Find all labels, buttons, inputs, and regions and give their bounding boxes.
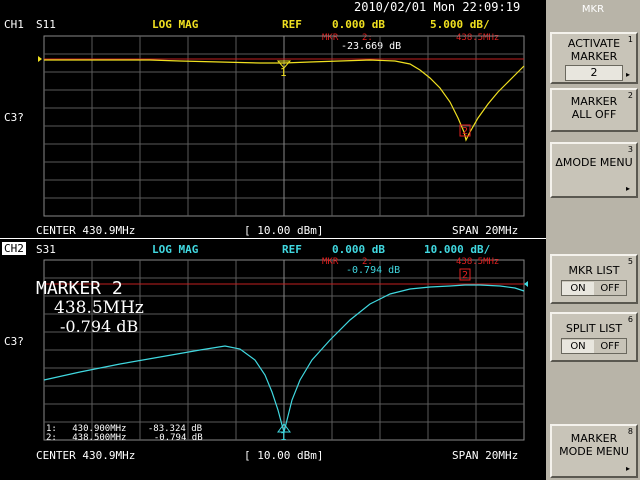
ch2-mkr-label: MKR (322, 257, 339, 267)
ch2-param-label: S31 (36, 243, 56, 256)
toggle-on[interactable]: ON (562, 340, 594, 353)
ch2-format-label: LOG MAG (152, 243, 199, 256)
ch2-scale: 10.000 dB/ (424, 243, 491, 256)
marker-mode-menu-button[interactable]: 8 MARKER MODE MENU ▸ (550, 424, 638, 478)
ch1-ref-arrow (38, 56, 42, 62)
marker-list-freq: 438.500MHz (72, 433, 127, 443)
ch2-mkr-freq: 438.5MHz (456, 257, 500, 267)
active-marker-value[interactable]: 2 (565, 65, 623, 81)
ch2-big-marker-title: MARKER 2 (36, 278, 123, 299)
softkey-label: ALL OFF (571, 108, 617, 121)
mkr-list-toggle[interactable]: ON OFF (561, 280, 627, 296)
softkey-number: 1 (627, 35, 633, 44)
ch1-marker1-label: 1 (280, 66, 287, 79)
delta-mode-menu-button[interactable]: 3 ΔMODE MENU ▸ (550, 142, 638, 198)
ch2-marker-list-row-2: 2: 438.500MHz -0.794 dB (46, 433, 203, 443)
ch2-ref-value: 0.000 dB (332, 243, 385, 256)
ch2-ref-label: REF (282, 243, 302, 256)
softkey-number: 3 (627, 145, 633, 154)
ch2-channel-label[interactable]: CH2 (2, 242, 26, 255)
ch2-marker2-label: 2 (462, 270, 468, 281)
ch2-side-label: C3? (4, 335, 24, 348)
softkey-number: 6 (627, 315, 633, 324)
ch2-power: [ 10.00 dBm] (244, 449, 324, 462)
ch1-power: [ 10.00 dBm] (244, 224, 324, 237)
marker-list-value: -0.794 dB (153, 433, 203, 443)
marker-all-off-button[interactable]: 2 MARKER ALL OFF (550, 88, 638, 132)
softkey-label: SPLIT LIST (565, 322, 623, 335)
softkey-label: MARKER (570, 95, 618, 108)
softkey-label: MODE MENU (559, 445, 629, 458)
toggle-off[interactable]: OFF (594, 340, 626, 353)
ch2-span: SPAN 20MHz (452, 449, 519, 462)
softkey-label: MARKER (570, 432, 618, 445)
softkey-label: ACTIVATE (567, 37, 621, 50)
submenu-arrow-icon: ▸ (625, 464, 630, 473)
mkr-list-button[interactable]: 5 MKR LIST ON OFF (550, 254, 638, 304)
submenu-arrow-icon: ▸ (625, 184, 630, 193)
submenu-arrow-icon: ▸ (625, 70, 630, 79)
channel-divider (0, 238, 546, 239)
toggle-on[interactable]: ON (562, 282, 594, 295)
activate-marker-button[interactable]: 1 ACTIVATE MARKER 2 ▸ (550, 32, 638, 84)
ch2-ref-arrow (524, 281, 528, 287)
split-list-button[interactable]: 6 SPLIT LIST ON OFF (550, 312, 638, 362)
softkey-label: MARKER (570, 50, 618, 63)
ch1-center: CENTER 430.9MHz (36, 224, 136, 237)
softkey-number: 5 (627, 257, 633, 266)
split-list-toggle[interactable]: ON OFF (561, 338, 627, 354)
softkey-label: MKR LIST (568, 264, 620, 277)
ch1-plot: 1 2 1 2 (38, 35, 528, 443)
ch2-big-marker-freq: 438.5MHz (54, 298, 144, 318)
ch1-marker2-label: 2 (462, 126, 468, 137)
ch2-big-marker-value: -0.794 dB (60, 317, 139, 336)
ch2-marker1-label: 1 (280, 430, 287, 443)
ch2-center: CENTER 430.9MHz (36, 449, 136, 462)
toggle-off[interactable]: OFF (594, 282, 626, 295)
softkey-menu-title: MKR (581, 4, 605, 15)
ch2-mkr-value: -0.794 dB (346, 265, 401, 276)
softkey-number: 8 (627, 427, 633, 436)
marker-list-idx: 2: (46, 433, 57, 443)
softkey-number: 2 (627, 91, 633, 100)
ch1-span: SPAN 20MHz (452, 224, 519, 237)
softkey-label: ΔMODE MENU (555, 156, 633, 169)
